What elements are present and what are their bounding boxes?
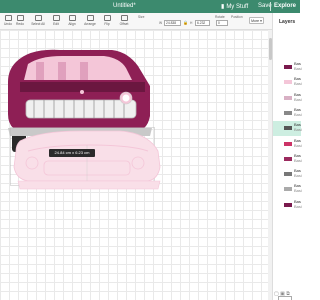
layer-item[interactable]: Bas Basi <box>273 60 302 75</box>
layer-thumbnail <box>284 141 292 146</box>
layer-thumbnail <box>284 202 292 207</box>
redo-icon <box>16 15 24 21</box>
layer-operation: Basi <box>294 96 302 102</box>
edit-button[interactable]: Edit <box>50 15 62 26</box>
edit-icon <box>52 15 60 21</box>
layer-operation: Basi <box>294 173 302 179</box>
explore-button[interactable]: Explore <box>274 3 296 9</box>
layer-thumbnail <box>284 126 292 131</box>
layer-thumbnail <box>284 80 292 85</box>
my-stuff-button[interactable]: ▮ My Stuff <box>221 3 249 11</box>
ungroup-icon[interactable]: ▣ <box>280 291 285 297</box>
layer-thumbnail <box>284 187 292 192</box>
flip-button[interactable]: Flip <box>101 15 113 26</box>
align-icon <box>68 15 76 21</box>
layer-item[interactable]: Bas Basi <box>273 182 302 197</box>
group-icon[interactable]: ▢ <box>274 291 279 297</box>
height-label: H <box>190 21 193 25</box>
folder-icon: ▮ <box>221 4 225 10</box>
project-title[interactable]: Untitled* <box>113 3 136 9</box>
layer-thumbnail <box>284 156 292 161</box>
offset-button[interactable]: Offset <box>117 15 131 26</box>
design-canvas[interactable]: 24.84 cm x 6.23 cm <box>0 30 268 300</box>
rotate-input[interactable]: 0 <box>216 20 228 26</box>
more-button[interactable]: More ▾ <box>249 17 264 24</box>
layer-thumbnail <box>284 172 292 177</box>
position-label: Position <box>231 15 243 19</box>
layer-operation: Basi <box>294 66 302 71</box>
layer-item[interactable]: Bas Basi <box>273 167 302 182</box>
width-label: W <box>159 21 163 25</box>
my-stuff-label: My Stuff <box>226 3 249 10</box>
layer-item[interactable]: Bas Basi <box>273 91 302 106</box>
layer-operation: Basi <box>294 157 302 163</box>
width-input[interactable]: 24.838 <box>164 20 181 26</box>
layer-operation: Basi <box>294 127 302 133</box>
layer-item[interactable]: Bas Basi <box>273 121 302 137</box>
select-all-icon <box>34 15 42 21</box>
layer-item[interactable]: Bas Basi <box>273 198 302 213</box>
car-bottom-outline[interactable] <box>10 127 170 217</box>
layers-title: Layers <box>279 19 296 25</box>
select-all-button[interactable]: Select All <box>30 15 46 26</box>
layer-item[interactable]: Bas Basi <box>273 75 302 90</box>
layer-thumbnail <box>284 110 292 115</box>
header-divider <box>270 2 271 11</box>
layer-item[interactable]: Bas Basi <box>273 137 302 152</box>
undo-button[interactable]: Undo <box>3 15 13 26</box>
lock-icon[interactable]: 🔒 <box>183 20 188 25</box>
align-button[interactable]: Align <box>66 15 78 26</box>
layer-thumbnail <box>284 65 292 69</box>
layer-action-icons: ▢ ▣ ⧉ <box>274 291 290 297</box>
app-header: Untitled* ▮ My Stuff Save Explore <box>0 0 300 13</box>
layers-panel: Layers Bas Basi Bas Basi Bas Basi Bas Basi Bas Ba… <box>272 13 302 300</box>
layer-item[interactable]: Bas Basi <box>273 152 302 167</box>
undo-icon <box>4 15 12 21</box>
arrange-button[interactable]: Arrange <box>82 15 98 26</box>
layer-operation: Basi <box>294 81 302 87</box>
size-label: Size <box>138 15 145 19</box>
offset-icon <box>120 15 128 21</box>
layer-operation: Basi <box>294 188 302 194</box>
size-tooltip: 24.84 cm x 6.23 cm <box>49 149 95 157</box>
arrange-icon <box>86 15 94 21</box>
layer-operation: Basi <box>294 203 302 209</box>
redo-button[interactable]: Redo <box>15 15 25 26</box>
duplicate-icon[interactable]: ⧉ <box>286 291 290 297</box>
layer-operation: Basi <box>294 142 302 148</box>
layer-thumbnail <box>284 95 292 100</box>
flip-icon <box>103 15 111 21</box>
rotate-label: Rotate <box>215 15 225 19</box>
layer-operation: Basi <box>294 111 302 117</box>
layer-item[interactable]: Bas Basi <box>273 106 302 121</box>
height-input[interactable]: 6.232 <box>195 20 210 26</box>
